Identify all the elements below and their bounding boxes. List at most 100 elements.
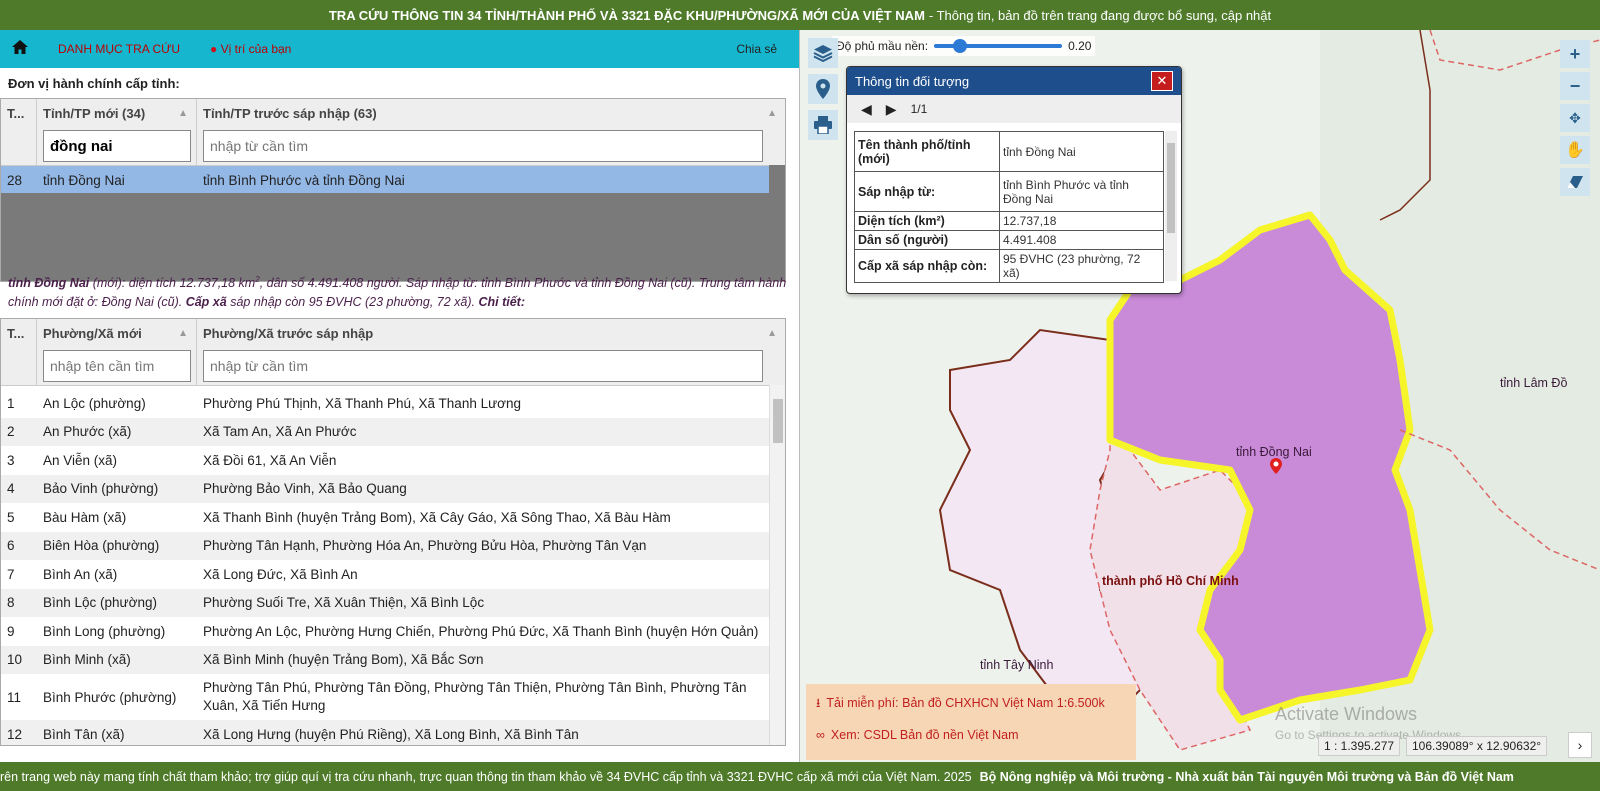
commune-old-filter[interactable]	[203, 350, 763, 382]
row-old: Phường Bảo Vinh, Xã Bảo Quang	[203, 481, 407, 497]
col-index-header[interactable]: T...	[1, 99, 37, 127]
row-new: Bình Tân (xã)	[43, 726, 125, 742]
sort-icon: ▲	[178, 107, 188, 119]
col-old-header[interactable]: Phường/Xã trước sáp nhập ▲	[197, 319, 785, 347]
zoom-out-icon[interactable]: −	[1560, 72, 1590, 100]
table-row[interactable]: 1 An Lộc (phường) Phường Phú Thịnh, Xã Tha…	[1, 389, 785, 418]
link-icon: ∞	[816, 728, 825, 742]
footer-text: rên trang web này mang tính chất tham kh…	[0, 769, 972, 784]
popup-scrollbar[interactable]	[1165, 131, 1177, 281]
row-new: Bình Minh (xã)	[43, 652, 131, 668]
header-title: TRA CỨU THÔNG TIN 34 TỈNH/THÀNH PHỐ VÀ 3…	[328, 7, 925, 23]
table-row[interactable]: 11 Bình Phước (phường) Phường Tân Phú, Phư…	[1, 674, 785, 720]
row-index: 11	[7, 689, 22, 705]
eraser-icon[interactable]	[1560, 168, 1590, 196]
commune-rows: 1 An Lộc (phường) Phường Phú Thịnh, Xã Tha…	[1, 386, 785, 745]
menu-link[interactable]: DANH MỤC TRA CỨU	[58, 42, 180, 56]
row-new: An Phước (xã)	[43, 424, 132, 440]
home-icon[interactable]	[12, 39, 32, 59]
slider-knob[interactable]	[952, 39, 967, 53]
col-old-label: Phường/Xã trước sáp nhập	[203, 325, 374, 341]
hand-icon[interactable]: ✋	[1560, 136, 1590, 164]
popup-value: 4.491.408	[999, 230, 1164, 250]
summary-detail-link[interactable]: Chi tiết:	[478, 295, 525, 309]
table-row[interactable]: 2 An Phước (xã) Xã Tam An, Xã An Phước	[1, 417, 785, 446]
map-label-dongnai: tỉnh Đồng Nai	[1236, 445, 1312, 459]
row-index: 10	[7, 652, 23, 668]
summary-commune-label: Cấp xã	[185, 295, 227, 310]
header-subtitle: - Thông tin, bản đồ trên trang đang được…	[928, 7, 1272, 23]
map-pin-icon: ●	[210, 42, 218, 56]
share-link[interactable]: Chia sẻ	[736, 42, 777, 56]
scrollbar-thumb[interactable]	[773, 399, 783, 443]
scrollbar-thumb[interactable]	[1167, 143, 1175, 233]
popup-pager: ◀ ▶ 1/1	[847, 95, 1181, 123]
layers-icon[interactable]	[808, 38, 838, 68]
popup-value: 95 ĐVHC (23 phường, 72 xã)	[999, 249, 1164, 283]
row-new: Bảo Vinh (phường)	[43, 481, 159, 497]
popup-row: Cấp xã sáp nhập còn: 95 ĐVHC (23 phường, …	[854, 249, 1164, 283]
province-grid-scrollbar[interactable]	[769, 165, 785, 281]
map-label-lamdong: tỉnh Lâm Đồ	[1500, 376, 1568, 390]
commune-grid-scrollbar[interactable]	[769, 385, 785, 745]
row-index: 7	[7, 566, 15, 582]
row-old: Xã Đồi 61, Xã An Viễn	[203, 452, 337, 468]
close-icon[interactable]: ✕	[1151, 71, 1173, 91]
table-row[interactable]: 3 An Viễn (xã) Xã Đồi 61, Xã An Viễn	[1, 446, 785, 475]
view-link[interactable]: ∞ Xem: CSDL Bản đồ nền Việt Nam	[816, 724, 1126, 746]
popup-key: Dân số (người)	[854, 230, 1000, 250]
row-old: Xã Long Hưng (huyện Phú Riềng), Xã Long …	[203, 726, 579, 742]
table-row[interactable]: 6 Biên Hòa (phường) Phường Tân Hạnh, Phườn…	[1, 531, 785, 560]
province-section-title: Đơn vị hành chính cấp tỉnh:	[8, 76, 180, 91]
table-row[interactable]: 7 Bình An (xã) Xã Long Đức, Xã Bình An	[1, 560, 785, 589]
popup-key: Sáp nhập từ:	[854, 171, 1000, 212]
popup-key: Diện tích (km²)	[854, 211, 1000, 231]
chevron-right-icon[interactable]: ›	[1568, 732, 1592, 758]
col-new-header[interactable]: Phường/Xã mới ▲	[37, 319, 197, 347]
row-old: Xã Tam An, Xã An Phước	[203, 424, 357, 440]
next-icon[interactable]: ▶	[886, 101, 897, 118]
summary-area: (mới): diện tích 12.737,18 km	[92, 276, 256, 291]
row-old: Phường An Lộc, Phường Hưng Chiến, Phường…	[203, 623, 759, 639]
row-index: 12	[7, 726, 23, 742]
download-text: Tải miễn phí: Bản đồ CHXHCN Việt Nam 1:6…	[826, 696, 1105, 710]
province-grid-header: T... Tỉnh/TP mới (34) ▲ Tỉnh/TP trước sá…	[1, 99, 785, 166]
location-link[interactable]: ● Vị trí của bạn	[210, 42, 291, 56]
commune-grid: T... Phường/Xã mới ▲ Phường/Xã trước sáp…	[0, 318, 786, 746]
province-summary: tỉnh Đồng Nai (mới): diện tích 12.737,18…	[8, 270, 788, 312]
watermark-line1: Activate Windows	[1275, 704, 1418, 724]
popup-row: Sáp nhập từ: tỉnh Bình Phước và tỉnh Đồng…	[854, 171, 1164, 212]
nav-bar: DANH MỤC TRA CỨU ● Vị trí của bạn Chia s…	[0, 30, 799, 68]
table-row[interactable]: 8 Bình Lộc (phường) Phường Suối Tre, Xã Xu…	[1, 588, 785, 617]
map-marker-icon[interactable]	[1270, 458, 1282, 474]
map-left-tools	[808, 38, 838, 140]
prev-icon[interactable]: ◀	[861, 101, 872, 118]
province-new-filter[interactable]	[43, 130, 191, 162]
download-link[interactable]: ⭳ Tải miễn phí: Bản đồ CHXHCN Việt Nam 1…	[816, 692, 1126, 714]
opacity-slider[interactable]	[934, 39, 1063, 53]
province-old-filter[interactable]	[203, 130, 763, 162]
opacity-label: Độ phủ mầu nền:	[836, 39, 929, 53]
zoom-in-icon[interactable]: +	[1560, 40, 1590, 68]
commune-new-filter[interactable]	[43, 350, 191, 382]
footer-bar: rên trang web này mang tính chất tham kh…	[0, 762, 1600, 791]
col-new-header[interactable]: Tỉnh/TP mới (34) ▲	[37, 99, 197, 127]
sort-icon: ▲	[767, 107, 777, 119]
table-row[interactable]: 28 tỉnh Đồng Nai tỉnh Bình Phước và tỉnh…	[1, 166, 785, 195]
table-row[interactable]: 10 Bình Minh (xã) Xã Bình Minh (huyện Trản…	[1, 645, 785, 674]
sort-icon: ▲	[767, 327, 777, 339]
table-row[interactable]: 4 Bảo Vinh (phường) Phường Bảo Vinh, Xã Bả…	[1, 474, 785, 503]
pan-icon[interactable]: ✥	[1560, 104, 1590, 132]
popup-titlebar: Thông tin đối tượng ✕	[847, 67, 1181, 95]
table-row[interactable]: 5 Bàu Hàm (xã) Xã Thanh Bình (huyện Trảng …	[1, 503, 785, 532]
table-row[interactable]: 12 Bình Tân (xã) Xã Long Hưng (huyện Phú R…	[1, 720, 785, 745]
map-pin-icon[interactable]	[808, 74, 838, 104]
print-icon[interactable]	[808, 110, 838, 140]
col-index-header[interactable]: T...	[1, 319, 37, 347]
table-row[interactable]: 9 Bình Long (phường) Phường An Lộc, Phường…	[1, 617, 785, 646]
popup-table: Tên thành phố/tỉnh (mới) tỉnh Đồng Nai Sá…	[854, 131, 1164, 283]
popup-key: Cấp xã sáp nhập còn:	[854, 249, 1000, 283]
row-old: Phường Suối Tre, Xã Xuân Thiện, Xã Bình …	[203, 595, 485, 611]
col-old-header[interactable]: Tỉnh/TP trước sáp nhập (63) ▲	[197, 99, 785, 127]
row-index: 2	[7, 424, 15, 440]
